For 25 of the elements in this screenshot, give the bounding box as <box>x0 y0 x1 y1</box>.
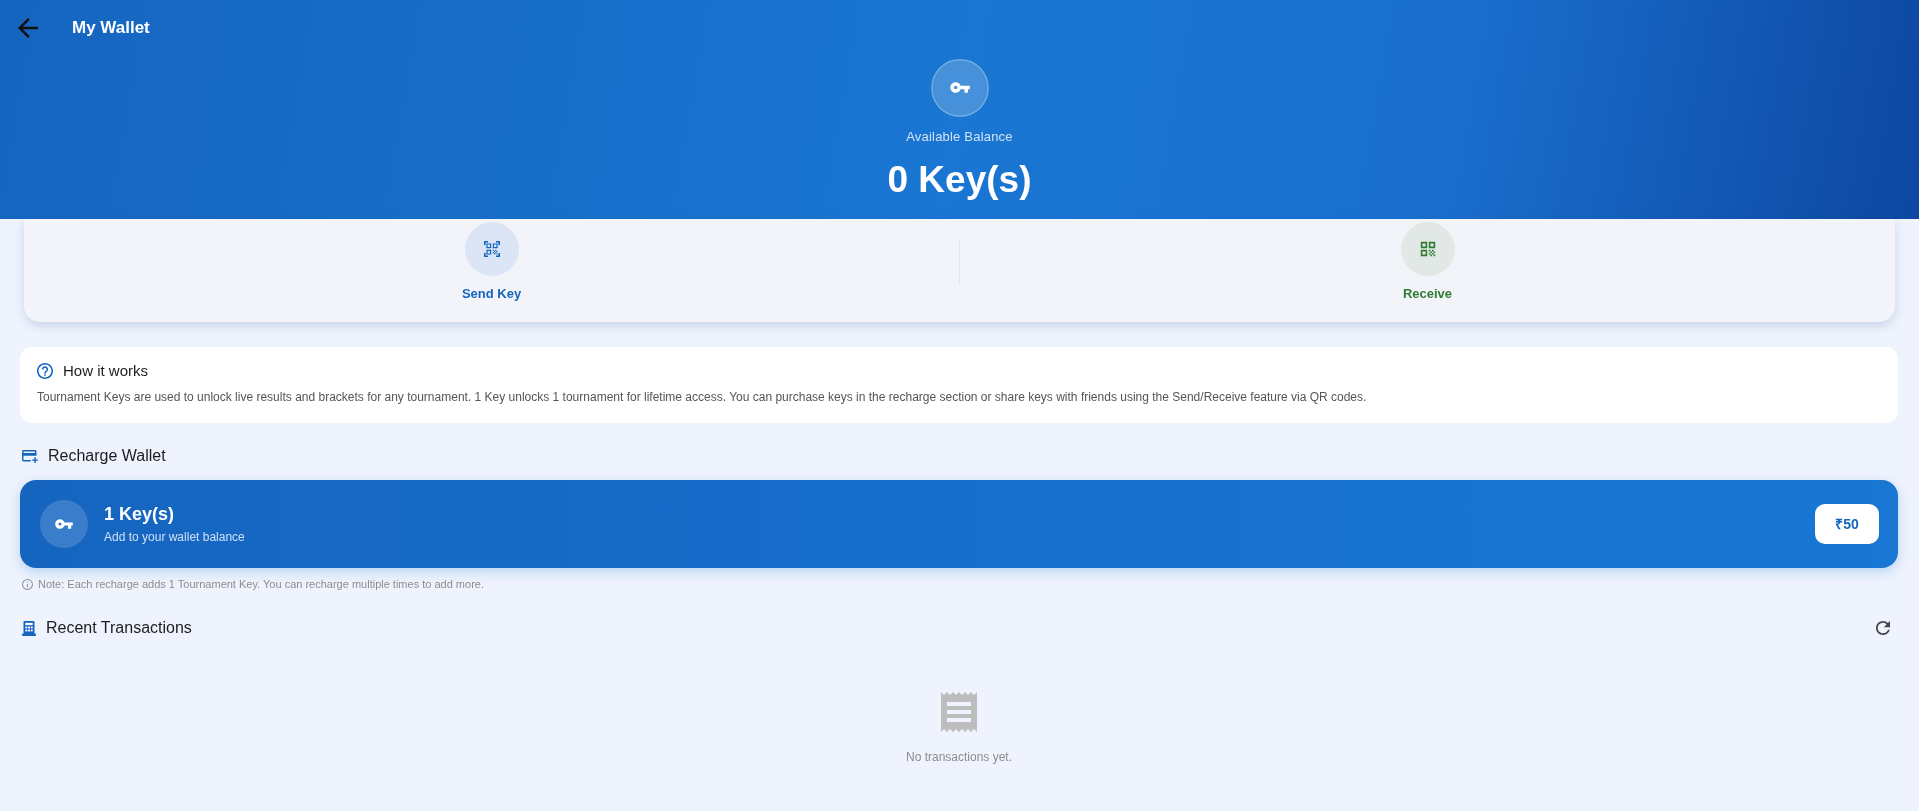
back-arrow-icon[interactable] <box>18 17 38 38</box>
send-key-button[interactable]: Send Key <box>461 222 522 302</box>
card-plus-icon <box>22 449 38 463</box>
price-button[interactable]: ₹50 <box>1815 504 1879 544</box>
calculator-icon <box>22 620 36 636</box>
help-icon <box>37 363 53 379</box>
option-title: 1 Key(s) <box>104 503 176 525</box>
balance-label: Available Balance <box>906 129 1013 145</box>
section-title: Recent Transactions <box>46 618 192 638</box>
key-icon <box>40 500 88 548</box>
receipt-icon <box>941 692 977 732</box>
info-icon <box>22 578 33 590</box>
empty-state-text: No transactions yet. <box>905 749 1013 765</box>
qr-code-icon <box>1400 222 1455 276</box>
key-icon <box>930 59 989 117</box>
note-text: Note: Each recharge adds 1 Tournament Key. You can recharge multiple times to add more. <box>38 577 484 591</box>
qr-scan-icon <box>464 222 519 276</box>
section-title: Recharge Wallet <box>48 446 166 466</box>
info-title: How it works <box>63 362 148 380</box>
receive-button[interactable]: Receive <box>1400 222 1455 302</box>
refresh-icon[interactable] <box>1876 621 1890 635</box>
balance-value: 0 Key(s) <box>887 158 1032 202</box>
info-text: Tournament Keys are used to unlock live results and brackets for any tournament. 1 Key unlocks 1 tournament for lifetime access. You can purchase keys in the recharge section or share keys with friends using the Send/Receive feature via QR codes. <box>37 389 1368 406</box>
option-subtitle: Add to your wallet balance <box>104 529 245 545</box>
page-title: My Wallet <box>72 17 150 38</box>
